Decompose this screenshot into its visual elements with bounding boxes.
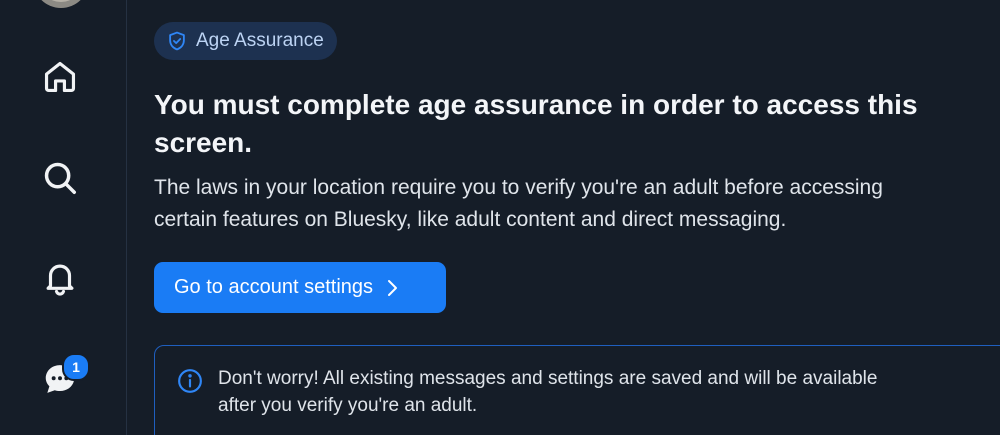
info-circle-icon: [177, 368, 203, 394]
avatar[interactable]: [33, 0, 89, 8]
notice-text: Don't worry! All existing messages and s…: [218, 368, 878, 416]
age-assurance-pill: Age Assurance: [154, 22, 337, 60]
chat-unread-badge: 1: [62, 353, 90, 381]
account-settings-button-label: Go to account settings: [174, 276, 374, 298]
nav-home-icon[interactable]: [41, 58, 79, 96]
nav-bell-icon[interactable]: [41, 259, 79, 297]
nav-search-icon[interactable]: [41, 159, 79, 197]
left-nav: 1: [0, 0, 126, 435]
nav-divider: [126, 0, 127, 435]
page-description: The laws in your location require you to…: [154, 176, 883, 231]
page-title: You must complete age assurance in order…: [154, 89, 918, 158]
info-notice: Don't worry! All existing messages and s…: [154, 345, 1000, 435]
shield-check-icon: [166, 30, 188, 52]
account-settings-button[interactable]: Go to account settings: [154, 262, 446, 313]
chevron-right-icon: [383, 277, 401, 299]
main-content: Age Assurance You must complete age assu…: [154, 0, 1000, 435]
pill-label: Age Assurance: [196, 30, 324, 51]
app-window: 1 Age Assurance You must complete age as…: [0, 0, 1000, 435]
